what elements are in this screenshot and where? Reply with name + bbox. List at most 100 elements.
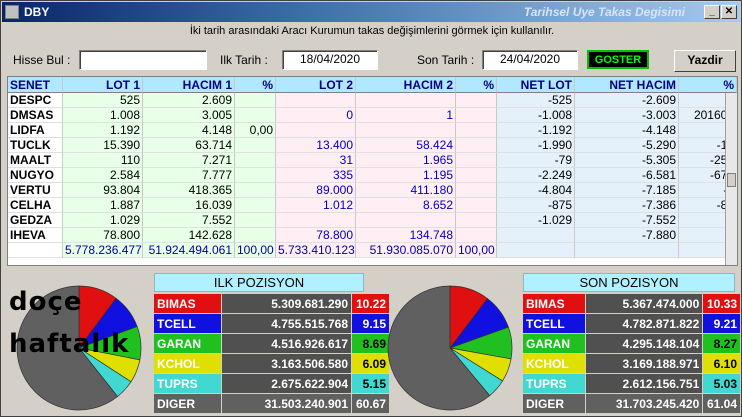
position-row[interactable]: DIGER 31.703.245.420 61.04 — [522, 393, 741, 414]
table-cell: 7.271 — [143, 153, 235, 168]
table-cell: 1.965 — [356, 153, 456, 168]
table-cell: -5.290 — [575, 138, 679, 153]
table-cell — [456, 153, 497, 168]
position-row[interactable]: TUPRS 2.612.156.751 5.03 — [522, 373, 741, 394]
dby-window: DBY Tarihsel Uye Takas Degisimi _ ✕ İki … — [0, 0, 742, 417]
yazdir-button[interactable]: Yazdir — [674, 50, 736, 72]
table-cell — [456, 198, 497, 213]
position-value: 3.169.188.971 — [584, 353, 704, 374]
position-row[interactable]: BIMAS 5.309.681.290 10.22 — [153, 293, 390, 314]
table-cell — [276, 93, 356, 108]
table-cell — [456, 183, 497, 198]
table-cell: 411.180 — [356, 183, 456, 198]
table-cell: -1.990 — [497, 138, 575, 153]
grid-scrollbar[interactable] — [725, 93, 737, 265]
col-netlot[interactable]: NET LOT — [497, 77, 575, 93]
table-cell: -1.192 — [497, 123, 575, 138]
info-text: İki tarih arasındaki Aracı Kurumun takas… — [189, 25, 555, 37]
table-row[interactable]: NUGYO 2.584 7.777 335 1.195 -2.249 -6.581 -671 — [8, 168, 737, 183]
goster-button[interactable]: GOSTER — [587, 50, 649, 69]
position-value: 31.503.240.901 — [221, 393, 352, 414]
son-tarih-label: Son Tarih : — [417, 53, 475, 67]
position-symbol: TUPRS — [522, 373, 586, 394]
table-cell: -3.003 — [575, 108, 679, 123]
table-row[interactable]: CELHA1.88716.0391.0128.652-875-7.386-86 — [8, 198, 737, 213]
position-row[interactable]: KCHOL 3.169.188.971 6.10 — [522, 353, 741, 374]
table-row[interactable]: DMSAS 1.008 3.005 0 1 -1.008 -3.003 201600 — [8, 108, 737, 123]
position-value: 4.295.148.104 — [584, 333, 704, 354]
son-tarih-field[interactable]: 24/04/2020 — [482, 50, 578, 70]
position-symbol: DIGER — [522, 393, 586, 414]
position-row[interactable]: GARAN 4.295.148.104 8.27 — [522, 333, 741, 354]
total-cell: 5.733.410.123 — [276, 243, 356, 258]
ilk-tarih-field[interactable]: 18/04/2020 — [282, 50, 378, 70]
close-button[interactable]: ✕ — [721, 5, 737, 19]
col-lot1[interactable]: LOT 1 — [63, 77, 143, 93]
table-cell: 93.804 — [63, 183, 143, 198]
position-row[interactable]: TCELL 4.755.515.768 9.15 — [153, 313, 390, 334]
table-cell — [235, 153, 276, 168]
table-cell: -7.185 — [575, 183, 679, 198]
table-row[interactable]: VERTU 93.804 418.365 89.000 411.180 -4.804 -7.… — [8, 183, 737, 198]
table-cell — [456, 228, 497, 243]
table-cell: NUGYO — [8, 168, 63, 183]
table-cell: CELHA — [8, 198, 63, 213]
table-cell: IHEVA — [8, 228, 63, 243]
scrollbar-thumb[interactable] — [727, 173, 736, 187]
total-cell: 100,00 — [235, 243, 276, 258]
table-row[interactable]: GEDZA 1.029 7.552 -1.029 -7.552 — [8, 213, 737, 228]
position-symbol: GARAN — [522, 333, 586, 354]
table-cell: -1.029 — [497, 213, 575, 228]
table-cell: 335 — [276, 168, 356, 183]
position-row[interactable]: GARAN 4.516.926.617 8.69 — [153, 333, 390, 354]
historical-title: Tarihsel Uye Takas Degisimi — [523, 5, 685, 19]
table-row[interactable]: IHEVA 78.800 142.628 78.800 134.748 -7.880 — [8, 228, 737, 243]
hisse-input[interactable] — [79, 50, 207, 70]
col-hacim1[interactable]: HACIM 1 — [143, 77, 235, 93]
table-cell: -5.305 — [575, 153, 679, 168]
position-row[interactable]: KCHOL 3.163.506.580 6.09 — [153, 353, 390, 374]
table-cell: -79 — [497, 153, 575, 168]
position-symbol: KCHOL — [153, 353, 222, 374]
position-value: 2.675.622.904 — [221, 373, 352, 394]
col-nethacim[interactable]: NET HACIM — [575, 77, 679, 93]
table-cell: 1 — [356, 108, 456, 123]
table-row[interactable]: DESPC 525 2.609 -525 -2.609 — [8, 93, 737, 108]
col-pct1[interactable]: % — [235, 77, 276, 93]
position-pct: 9.21 — [702, 313, 741, 334]
position-row[interactable]: TUPRS 2.675.622.904 5.15 — [153, 373, 390, 394]
table-cell: -2.249 — [497, 168, 575, 183]
table-cell: TUCLK — [8, 138, 63, 153]
position-row[interactable]: TCELL 4.782.871.822 9.21 — [522, 313, 741, 334]
position-value: 4.516.926.617 — [221, 333, 352, 354]
position-row[interactable]: DIGER 31.503.240.901 60.67 — [153, 393, 390, 414]
table-cell: 3.005 — [143, 108, 235, 123]
table-cell: MAALT — [8, 153, 63, 168]
table-cell: -6.581 — [575, 168, 679, 183]
col-hacim2[interactable]: HACIM 2 — [356, 77, 456, 93]
table-row[interactable]: TUCLK 15.390 63.714 13.400 58.424 -1.990 -5.29… — [8, 138, 737, 153]
table-cell: 0,00 — [235, 123, 276, 138]
minimize-button[interactable]: _ — [704, 5, 720, 19]
overlay-haftalik: haftalık — [9, 329, 130, 359]
position-symbol: KCHOL — [522, 353, 586, 374]
son-pozisyon-title: SON POZISYON — [523, 273, 735, 292]
table-cell — [276, 123, 356, 138]
table-cell: 110 — [63, 153, 143, 168]
col-senet[interactable]: SENET — [8, 77, 63, 93]
table-cell — [356, 213, 456, 228]
position-pct: 6.10 — [702, 353, 741, 374]
table-cell — [235, 108, 276, 123]
col-pct3[interactable]: % — [679, 77, 737, 93]
table-row[interactable]: LIDFA 1.192 4.148 0,00 -1.192 -4.148 — [8, 123, 737, 138]
table-cell: 63.714 — [143, 138, 235, 153]
table-cell — [235, 198, 276, 213]
table-cell: -7.386 — [575, 198, 679, 213]
col-lot2[interactable]: LOT 2 — [276, 77, 356, 93]
position-row[interactable]: BIMAS 5.367.474.000 10.33 — [522, 293, 741, 314]
position-value: 5.309.681.290 — [221, 293, 352, 314]
table-cell — [356, 123, 456, 138]
col-pct2[interactable]: % — [456, 77, 497, 93]
table-row[interactable]: MAALT 110 7.271 31 1.965 -79 -5.305 -254 — [8, 153, 737, 168]
total-cell — [575, 243, 679, 258]
